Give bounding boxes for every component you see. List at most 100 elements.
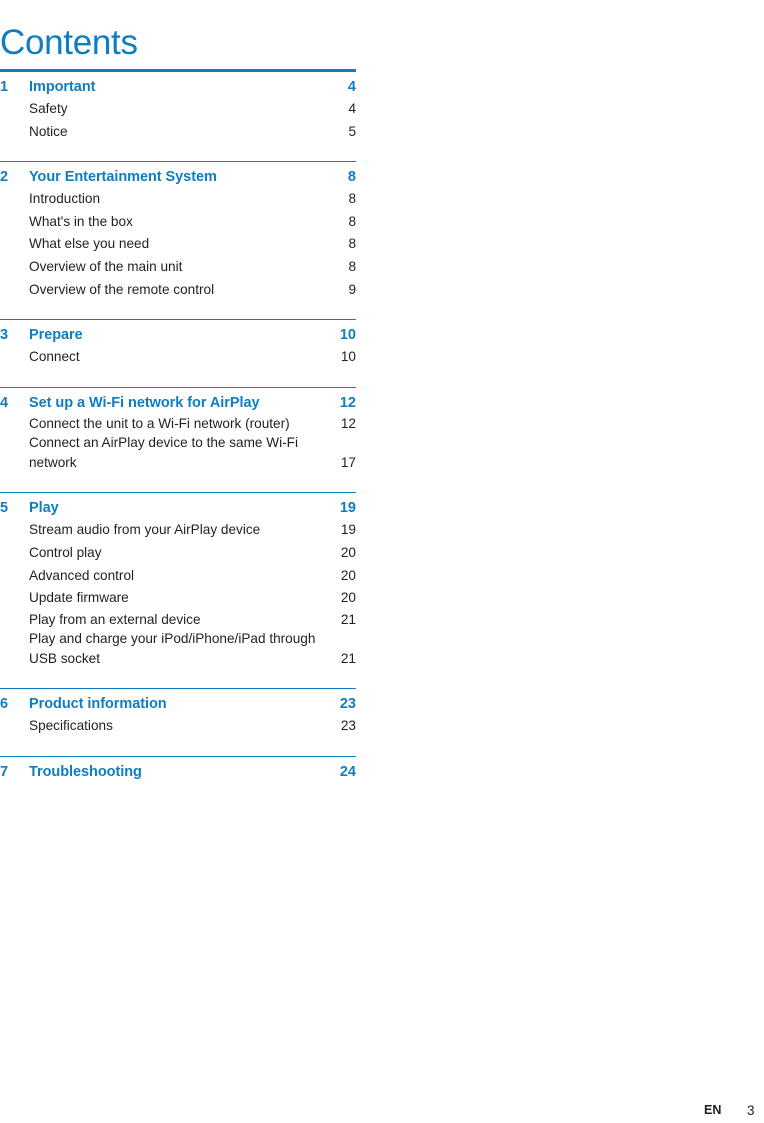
chapter-title: Troubleshooting (29, 763, 142, 780)
toc-entry[interactable]: Overview of the main unit 8 (0, 256, 356, 279)
chapter-number: 4 (0, 394, 9, 411)
toc-entry[interactable]: Specifications 23 (0, 715, 356, 738)
entry-page: 4 (348, 101, 356, 116)
entry-label: network (29, 454, 77, 470)
entry-label: What's in the box (29, 213, 133, 229)
toc-chapter-3[interactable]: 3 Prepare 10 (0, 320, 356, 346)
entry-label: Play and charge your iPod/iPhone/iPad th… (29, 630, 316, 646)
toc-chapter-4[interactable]: 4 Set up a Wi-Fi network for AirPlay 12 (0, 388, 356, 414)
toc-section-4: 4 Set up a Wi-Fi network for AirPlay 12 … (0, 388, 356, 475)
entry-page: 5 (348, 123, 356, 139)
entry-page: 23 (340, 718, 356, 734)
chapter-number: 7 (0, 763, 9, 780)
chapter-page: 23 (339, 696, 356, 713)
chapter-number: 6 (0, 696, 9, 713)
toc-section-2: 2 Your Entertainment System 8 Introducti… (0, 162, 356, 301)
toc-entry[interactable]: network 17 (0, 452, 356, 475)
entry-page: 9 (348, 281, 356, 297)
toc-entry[interactable]: Advanced control 20 (0, 565, 356, 588)
toc-entry[interactable]: Overview of the remote control 9 (0, 279, 356, 302)
entry-label: Stream audio from your AirPlay device (29, 522, 261, 538)
toc-entry[interactable]: Safety 4 (0, 98, 356, 121)
entry-label: Overview of the remote control (29, 281, 215, 297)
entry-label: What else you need (29, 236, 150, 252)
chapter-page: 19 (339, 500, 356, 517)
entry-page: 8 (348, 213, 356, 229)
toc-entry[interactable]: USB socket 21 (0, 648, 356, 671)
toc-entry-continuation[interactable]: Play and charge your iPod/iPhone/iPad th… (0, 629, 356, 648)
entry-page: 19 (340, 522, 356, 538)
footer-page-number: 3 (747, 1103, 755, 1118)
entry-label: Notice (29, 123, 68, 139)
entry-label: USB socket (29, 650, 101, 666)
chapter-title: Important (29, 79, 96, 95)
entry-label: Overview of the main unit (29, 258, 183, 274)
toc-entry[interactable]: Play from an external device 21 (0, 610, 356, 629)
entry-label: Connect the unit to a Wi-Fi network (rou… (29, 415, 290, 431)
chapter-title: Prepare (29, 327, 83, 344)
entry-page: 21 (340, 611, 356, 627)
entry-label: Advanced control (29, 567, 135, 583)
entry-label: Specifications (29, 718, 113, 734)
entry-page: 21 (340, 650, 356, 666)
toc-chapter-1[interactable]: 1 Important 4 (0, 72, 356, 98)
entry-label: Control play (29, 544, 102, 560)
entry-label: Update firmware (29, 590, 129, 606)
entry-page: 20 (340, 544, 356, 560)
toc-chapter-7[interactable]: 7 Troubleshooting 24 (0, 757, 356, 783)
page-canvas: Contents 1 Important 4 Safety 4 Notice 5 (0, 0, 764, 1123)
entry-page: 10 (340, 349, 356, 365)
chapter-number: 5 (0, 500, 9, 517)
toc-section-5: 5 Play 19 Stream audio from your AirPlay… (0, 493, 356, 670)
chapter-number: 2 (0, 169, 9, 186)
chapter-title: Product information (29, 696, 167, 713)
toc-section-6: 6 Product information 23 Specifications … (0, 689, 356, 738)
toc-section-7: 7 Troubleshooting 24 (0, 757, 356, 783)
entry-label: Connect an AirPlay device to the same Wi… (29, 434, 298, 450)
chapter-number: 1 (0, 79, 9, 95)
toc-entry[interactable]: Update firmware 20 (0, 587, 356, 610)
entry-label: Safety (29, 101, 68, 116)
entry-page: 8 (348, 191, 356, 207)
entry-page: 8 (348, 258, 356, 274)
chapter-title: Play (29, 500, 59, 517)
toc-entry[interactable]: Stream audio from your AirPlay device 19 (0, 519, 356, 542)
entry-page: 20 (340, 567, 356, 583)
table-of-contents: 1 Important 4 Safety 4 Notice 5 2 Your E… (0, 69, 356, 783)
entry-label: Connect (29, 349, 80, 365)
toc-chapter-6[interactable]: 6 Product information 23 (0, 689, 356, 715)
entry-page: 12 (340, 415, 356, 431)
chapter-title: Your Entertainment System (29, 169, 217, 186)
entry-page: 20 (340, 590, 356, 606)
chapter-page: 10 (339, 327, 356, 344)
toc-entry[interactable]: Connect 10 (0, 346, 356, 369)
toc-section-3: 3 Prepare 10 Connect 10 (0, 320, 356, 369)
chapter-number: 3 (0, 327, 9, 344)
chapter-title: Set up a Wi-Fi network for AirPlay (29, 394, 260, 411)
entry-page: 17 (340, 454, 356, 470)
toc-entry[interactable]: Connect the unit to a Wi-Fi network (rou… (0, 414, 356, 433)
chapter-page: 24 (339, 763, 356, 780)
entry-page: 8 (348, 236, 356, 252)
toc-entry[interactable]: What else you need 8 (0, 233, 356, 256)
chapter-page: 4 (347, 79, 356, 95)
chapter-page: 8 (347, 169, 356, 186)
toc-entry[interactable]: Control play 20 (0, 542, 356, 565)
footer-language: EN (704, 1103, 722, 1117)
entry-label: Introduction (29, 191, 101, 207)
toc-chapter-5[interactable]: 5 Play 19 (0, 493, 356, 519)
page-title: Contents (0, 23, 138, 63)
toc-entry[interactable]: What's in the box 8 (0, 211, 356, 234)
toc-entry[interactable]: Notice 5 (0, 121, 356, 144)
toc-entry-continuation[interactable]: Connect an AirPlay device to the same Wi… (0, 433, 356, 452)
chapter-page: 12 (339, 394, 356, 411)
toc-chapter-2[interactable]: 2 Your Entertainment System 8 (0, 162, 356, 188)
entry-label: Play from an external device (29, 611, 201, 627)
toc-entry[interactable]: Introduction 8 (0, 188, 356, 211)
